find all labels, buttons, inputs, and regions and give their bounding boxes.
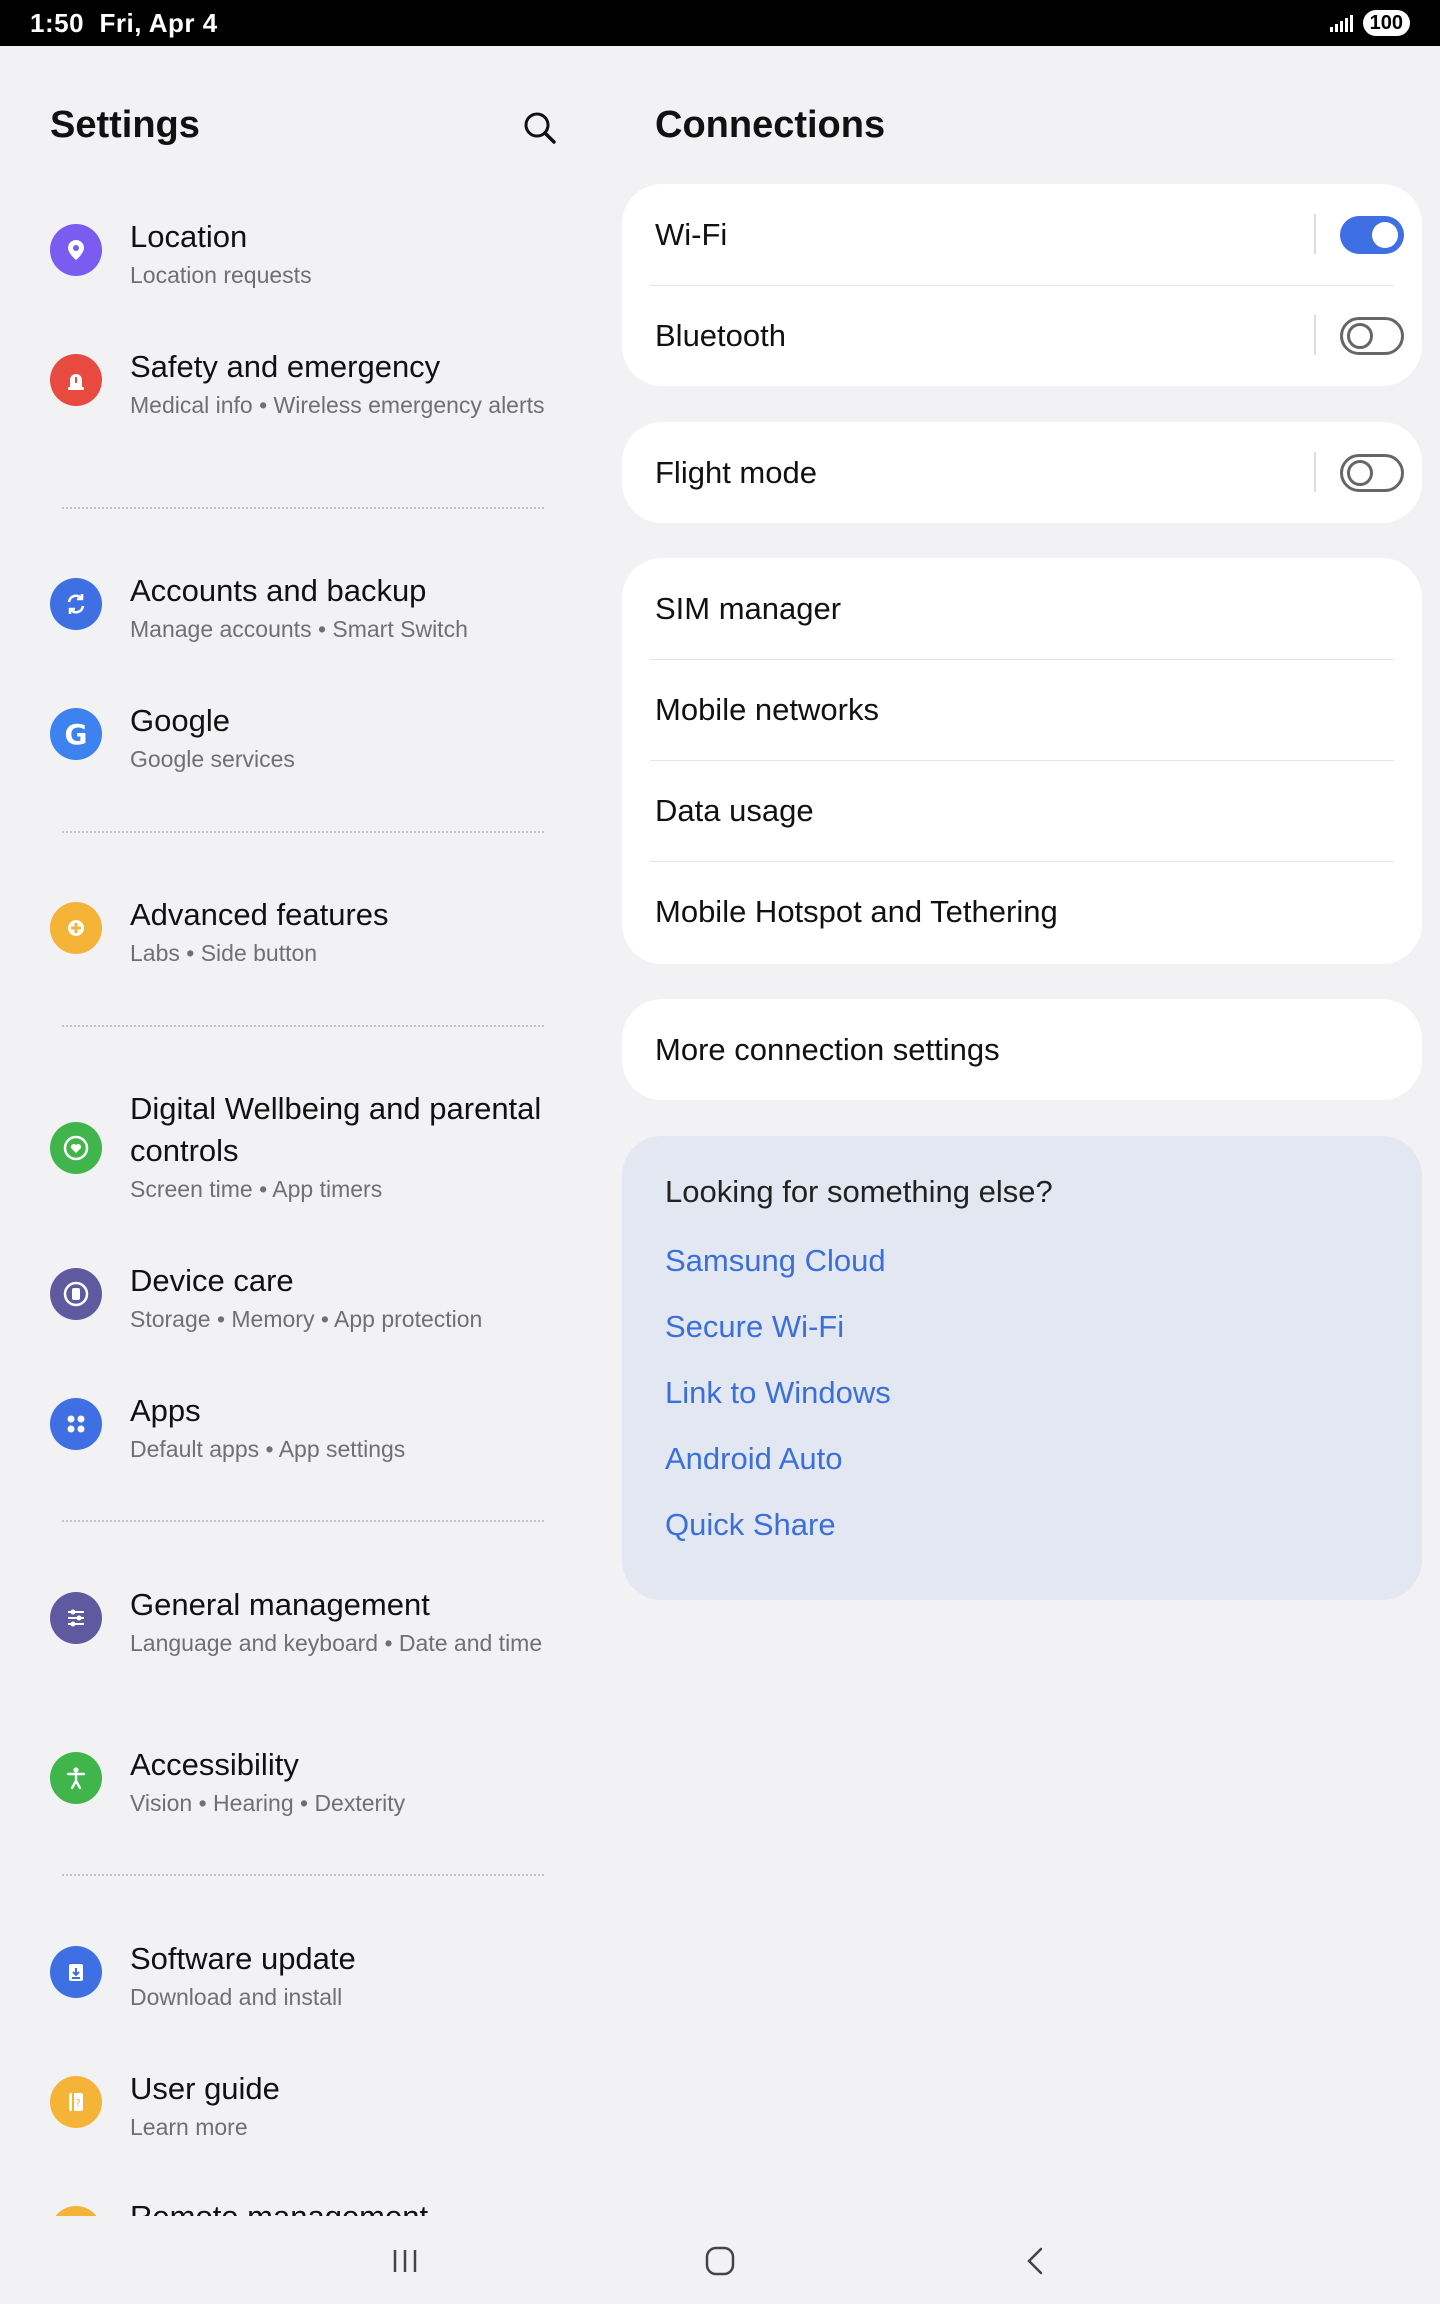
row-label: Mobile networks	[655, 691, 879, 727]
row-label: SIM manager	[655, 590, 842, 626]
divider	[62, 1520, 544, 1522]
menu-item-title: Safety and emergency	[130, 349, 441, 384]
menu-item-subtitle: Location requests	[130, 262, 312, 288]
connections-pane: Connections Wi-Fi Bluetooth Flight mode …	[600, 46, 1440, 2216]
divider	[62, 507, 544, 509]
row-label: Data usage	[655, 792, 814, 828]
menu-item-subtitle: Vision • Hearing • Dexterity	[130, 1790, 406, 1816]
wifi-toggle[interactable]	[1340, 216, 1404, 254]
menu-item-subtitle: Storage • Memory • App protection	[130, 1306, 483, 1332]
flight-mode-toggle[interactable]	[1340, 454, 1404, 492]
menu-item-title: Accounts and backup	[130, 573, 427, 608]
signal-icon	[1329, 14, 1353, 32]
gear-plus-icon	[50, 902, 102, 954]
menu-item-subtitle: Default apps • App settings	[130, 1436, 406, 1462]
connections-title: Connections	[655, 104, 886, 146]
menu-item-title: General management	[130, 1587, 430, 1622]
search-button[interactable]	[518, 106, 562, 150]
mobile-networks-row[interactable]: Mobile networks	[622, 659, 1422, 760]
bluetooth-row[interactable]: Bluetooth	[622, 285, 1422, 386]
menu-item-subtitle: Download and install	[130, 1984, 343, 2010]
data-usage-row[interactable]: Data usage	[622, 760, 1422, 861]
divider	[62, 1025, 544, 1027]
menu-item-subtitle: Google services	[130, 746, 295, 772]
menu-item-title: Apps	[130, 1393, 201, 1428]
link-android-auto[interactable]: Android Auto	[665, 1426, 1422, 1492]
menu-item-subtitle: Screen time • App timers	[130, 1176, 383, 1202]
location-pin-icon	[50, 224, 102, 276]
sliders-icon	[50, 1592, 102, 1644]
wifi-row[interactable]: Wi-Fi	[622, 184, 1422, 285]
page-title: Settings	[50, 104, 200, 146]
settings-list-pane: Settings Location Location requests Safe…	[0, 46, 600, 2216]
home-button[interactable]	[690, 2236, 750, 2286]
more-settings-card: More connection settings	[622, 999, 1422, 1100]
more-connection-settings-row[interactable]: More connection settings	[622, 999, 1422, 1100]
recents-button[interactable]	[375, 2236, 435, 2286]
accessibility-icon	[50, 1752, 102, 1804]
google-icon: G	[50, 708, 102, 760]
flight-mode-card: Flight mode	[622, 422, 1422, 523]
menu-item-title: Software update	[130, 1941, 356, 1976]
status-time: 1:50 Fri, Apr 4	[30, 7, 218, 38]
status-icons: 100	[1329, 10, 1410, 36]
flight-mode-label: Flight mode	[655, 454, 817, 490]
book-icon: ?	[50, 2076, 102, 2128]
menu-item-title: Google	[130, 703, 230, 738]
status-bar: 1:50 Fri, Apr 4 100	[0, 0, 1440, 46]
search-icon	[524, 112, 556, 144]
back-button[interactable]	[1006, 2236, 1066, 2286]
menu-item-subtitle: Medical info • Wireless emergency alerts	[130, 392, 545, 418]
download-icon	[50, 1946, 102, 1998]
menu-item-title: Digital Wellbeing and parental controls	[130, 1091, 542, 1168]
link-to-windows[interactable]: Link to Windows	[665, 1360, 1422, 1426]
menu-item-subtitle: Manage accounts • Smart Switch	[130, 616, 468, 642]
row-label: Mobile Hotspot and Tethering	[655, 893, 1058, 929]
row-separator	[1314, 452, 1316, 492]
sync-icon	[50, 578, 102, 630]
suggestions-title: Looking for something else?	[665, 1174, 1053, 1209]
menu-item-subtitle: Language and keyboard • Date and time	[130, 1630, 543, 1656]
menu-item-subtitle: Learn more	[130, 2114, 248, 2140]
back-icon	[1027, 2247, 1043, 2275]
bluetooth-label: Bluetooth	[655, 317, 786, 353]
menu-item-title: Advanced features	[130, 897, 389, 932]
row-separator	[1314, 315, 1316, 355]
divider	[62, 1874, 544, 1876]
apps-grid-icon	[50, 1398, 102, 1450]
menu-item-title: Remote management	[130, 2196, 560, 2216]
sim-manager-row[interactable]: SIM manager	[622, 558, 1422, 659]
menu-item-title: Location	[130, 219, 248, 254]
suggestions-card: Looking for something else? Samsung Clou…	[622, 1136, 1422, 1600]
menu-item-title: Device care	[130, 1263, 294, 1298]
row-label: More connection settings	[655, 1031, 1000, 1067]
flight-mode-row[interactable]: Flight mode	[622, 422, 1422, 523]
mobile-card: SIM manager Mobile networks Data usage M…	[622, 558, 1422, 964]
divider	[62, 831, 544, 833]
wifi-bluetooth-card: Wi-Fi Bluetooth	[622, 184, 1422, 386]
hotspot-row[interactable]: Mobile Hotspot and Tethering	[622, 861, 1422, 962]
link-quick-share[interactable]: Quick Share	[665, 1492, 1422, 1558]
menu-item-subtitle: Labs • Side button	[130, 940, 318, 966]
link-secure-wifi[interactable]: Secure Wi-Fi	[665, 1294, 1422, 1360]
recents-icon	[393, 2250, 417, 2272]
home-icon	[705, 2246, 735, 2276]
menu-item-title: Accessibility	[130, 1747, 299, 1782]
menu-item-title: User guide	[130, 2071, 280, 2106]
wifi-label: Wi-Fi	[655, 216, 728, 252]
link-samsung-cloud[interactable]: Samsung Cloud	[665, 1228, 1422, 1294]
battery-indicator: 100	[1362, 10, 1410, 36]
navigation-bar	[0, 2216, 1440, 2304]
remote-icon	[50, 2206, 102, 2216]
siren-icon	[50, 354, 102, 406]
device-care-icon	[50, 1268, 102, 1320]
svg-text:?: ?	[75, 2098, 80, 2109]
bluetooth-toggle[interactable]	[1340, 317, 1404, 355]
heart-circle-icon	[50, 1122, 102, 1174]
row-separator	[1314, 214, 1316, 254]
